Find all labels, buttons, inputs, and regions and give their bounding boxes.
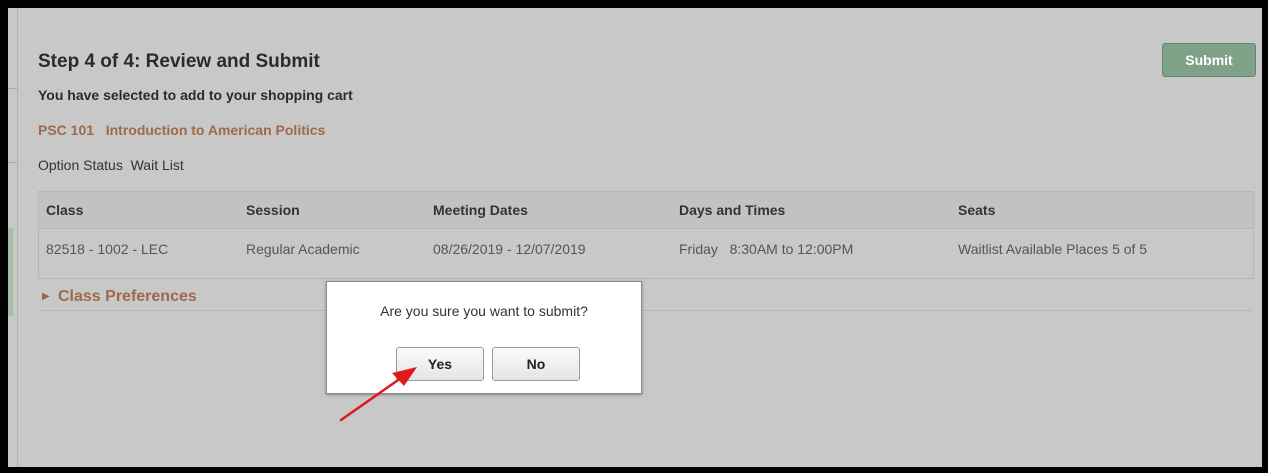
red-arrow-icon — [339, 367, 417, 422]
app-window: Step 4 of 4: Review and Submit You have … — [8, 8, 1262, 467]
